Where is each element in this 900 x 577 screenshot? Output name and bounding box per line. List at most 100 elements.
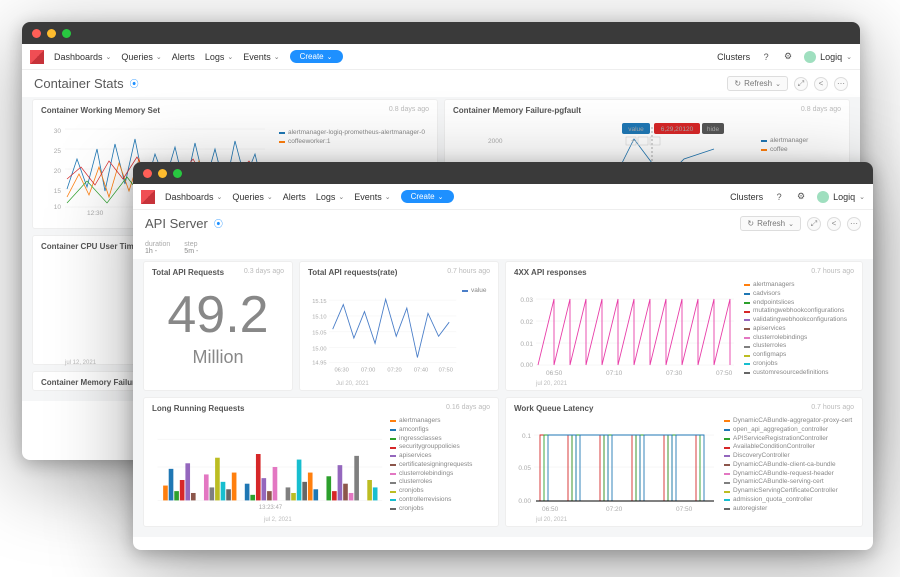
more-button[interactable]: ⋯ [847, 217, 861, 231]
legend-item[interactable]: clusterrolebindings [744, 334, 854, 343]
svg-text:06:50: 06:50 [546, 370, 563, 377]
svg-text:07:40: 07:40 [414, 368, 428, 374]
legend: value [462, 287, 490, 381]
nav-logs[interactable]: Logs⌄ [316, 192, 344, 202]
x-date: Jul 20, 2021 [336, 381, 490, 387]
legend-item[interactable]: certificatesigningrequests [390, 461, 490, 470]
nav-alerts[interactable]: Alerts [283, 192, 306, 202]
timestamp: 0.7 hours ago [447, 268, 490, 275]
timestamp: 0.7 hours ago [811, 404, 854, 411]
nav-alerts[interactable]: Alerts [172, 52, 195, 62]
chart-work-queue: 0.1 0.05 0.00 06:50 07:20 07:50 [514, 417, 718, 517]
legend-item[interactable]: alertmanagers [390, 417, 490, 426]
create-button[interactable]: Create⌄ [290, 50, 343, 63]
nav-dashboards[interactable]: Dashboards⌄ [165, 192, 222, 202]
legend-item[interactable]: admission_quota_controller [724, 496, 854, 505]
legend-item[interactable]: DynamicCABundle-client-ca-bundle [724, 461, 854, 470]
timestamp: 0.7 hours ago [811, 268, 854, 275]
legend-item[interactable]: apiservices [390, 452, 490, 461]
legend-item[interactable]: customresourcedefinitions [744, 369, 854, 378]
legend-item[interactable]: cronjobs [744, 360, 854, 369]
legend-item[interactable]: autoregister [724, 505, 854, 514]
legend-item[interactable]: clusterroles [744, 342, 854, 351]
tile-work-queue: Work Queue Latency 0.7 hours ago 0.1 0.0… [505, 397, 863, 527]
legend-item[interactable]: DynamicCABundle-aggregator-proxy-cert [724, 417, 854, 426]
maximize-icon[interactable] [173, 169, 182, 178]
svg-text:07:30: 07:30 [666, 370, 683, 377]
legend: alertmanagerscadvisorsendpointslicesmuta… [744, 281, 854, 381]
nav-clusters[interactable]: Clusters [730, 192, 763, 202]
legend-item[interactable]: alertmanagers [744, 281, 854, 290]
legend-item[interactable]: configmaps [744, 351, 854, 360]
svg-text:+: + [631, 138, 635, 145]
nav-queries[interactable]: Queries⌄ [121, 52, 161, 62]
help-icon[interactable]: ? [760, 52, 772, 62]
nav-events[interactable]: Events⌄ [243, 52, 279, 62]
legend-item[interactable]: controllerrevisions [390, 496, 490, 505]
page-title: API Server [145, 216, 208, 231]
legend-item[interactable]: DynamicServingCertificateController [724, 487, 854, 496]
legend-item[interactable]: clusterrolebindings [390, 470, 490, 479]
close-icon[interactable] [143, 169, 152, 178]
create-button[interactable]: Create⌄ [401, 190, 454, 203]
legend-item[interactable]: AvailableConditionController [724, 443, 854, 452]
chart-long-running: 13:23:47 [152, 417, 384, 517]
legend-item[interactable]: endpointslices [744, 299, 854, 308]
svg-text:10: 10 [54, 204, 62, 211]
close-icon[interactable] [32, 29, 41, 38]
nav-dashboards[interactable]: Dashboards⌄ [54, 52, 111, 62]
fullscreen-button[interactable]: ⤢ [794, 77, 808, 91]
refresh-menu[interactable]: ↻ Refresh ⌄ [727, 76, 788, 91]
nav-events[interactable]: Events⌄ [354, 192, 390, 202]
legend-item[interactable]: amconfigs [390, 426, 490, 435]
share-button[interactable]: < [827, 217, 841, 231]
publish-icon[interactable]: ⦿ [214, 217, 223, 230]
nav-clusters[interactable]: Clusters [717, 52, 750, 62]
help-icon[interactable]: ? [773, 192, 785, 202]
nav-queries[interactable]: Queries⌄ [232, 192, 272, 202]
minimize-icon[interactable] [158, 169, 167, 178]
maximize-icon[interactable] [62, 29, 71, 38]
svg-text:0.05: 0.05 [518, 465, 531, 472]
minimize-icon[interactable] [47, 29, 56, 38]
publish-icon[interactable]: ⦿ [130, 77, 139, 90]
tile-total-requests: Total API Requests 0.3 days ago 49.2 Mil… [143, 261, 293, 391]
svg-text:0.00: 0.00 [518, 498, 531, 505]
legend-item[interactable]: APIServiceRegistrationController [724, 435, 854, 444]
svg-text:07:10: 07:10 [606, 370, 623, 377]
x-date: jul 2, 2021 [264, 517, 490, 523]
legend-item[interactable]: DynamicCABundle-request-header [724, 470, 854, 479]
legend-item[interactable]: DiscoveryController [724, 452, 854, 461]
svg-text:20: 20 [54, 168, 62, 175]
svg-text:15.05: 15.05 [312, 331, 326, 337]
user-menu[interactable]: Logiq⌄ [804, 51, 852, 63]
legend-item[interactable]: clusterroles [390, 478, 490, 487]
svg-text:0.00: 0.00 [520, 362, 533, 369]
counter-unit: Million [192, 347, 243, 368]
legend-item[interactable]: ingressclasses [390, 435, 490, 444]
settings-icon[interactable]: ⚙ [795, 191, 807, 202]
legend-item[interactable]: mutatingwebhookconfigurations [744, 307, 854, 316]
legend-item[interactable]: DynamicCABundle-serving-cert [724, 478, 854, 487]
user-menu[interactable]: Logiq⌄ [817, 191, 865, 203]
legend-item[interactable]: open_api_aggregation_controller [724, 426, 854, 435]
legend-item[interactable]: cronjobs [390, 505, 490, 514]
svg-text:06:50: 06:50 [542, 506, 559, 513]
refresh-menu[interactable]: ↻ Refresh ⌄ [740, 216, 801, 231]
timestamp: 0.3 days ago [244, 268, 284, 275]
legend-item[interactable]: cadvisors [744, 290, 854, 299]
legend-item[interactable]: cronjobs [390, 487, 490, 496]
svg-text:6,29,20120: 6,29,20120 [661, 126, 694, 133]
settings-icon[interactable]: ⚙ [782, 51, 794, 62]
more-button[interactable]: ⋯ [834, 77, 848, 91]
legend-item[interactable]: apiservices [744, 325, 854, 334]
legend: DynamicCABundle-aggregator-proxy-certope… [724, 417, 854, 517]
legend: alertmanagersamconfigsingressclassessecu… [390, 417, 490, 517]
svg-text:2000: 2000 [488, 138, 503, 145]
share-button[interactable]: < [814, 77, 828, 91]
legend-item[interactable]: validatingwebhookconfigurations [744, 316, 854, 325]
fullscreen-button[interactable]: ⤢ [807, 217, 821, 231]
nav-logs[interactable]: Logs⌄ [205, 52, 233, 62]
svg-text:hide: hide [707, 126, 720, 133]
legend-item[interactable]: securitygrouppolicies [390, 443, 490, 452]
